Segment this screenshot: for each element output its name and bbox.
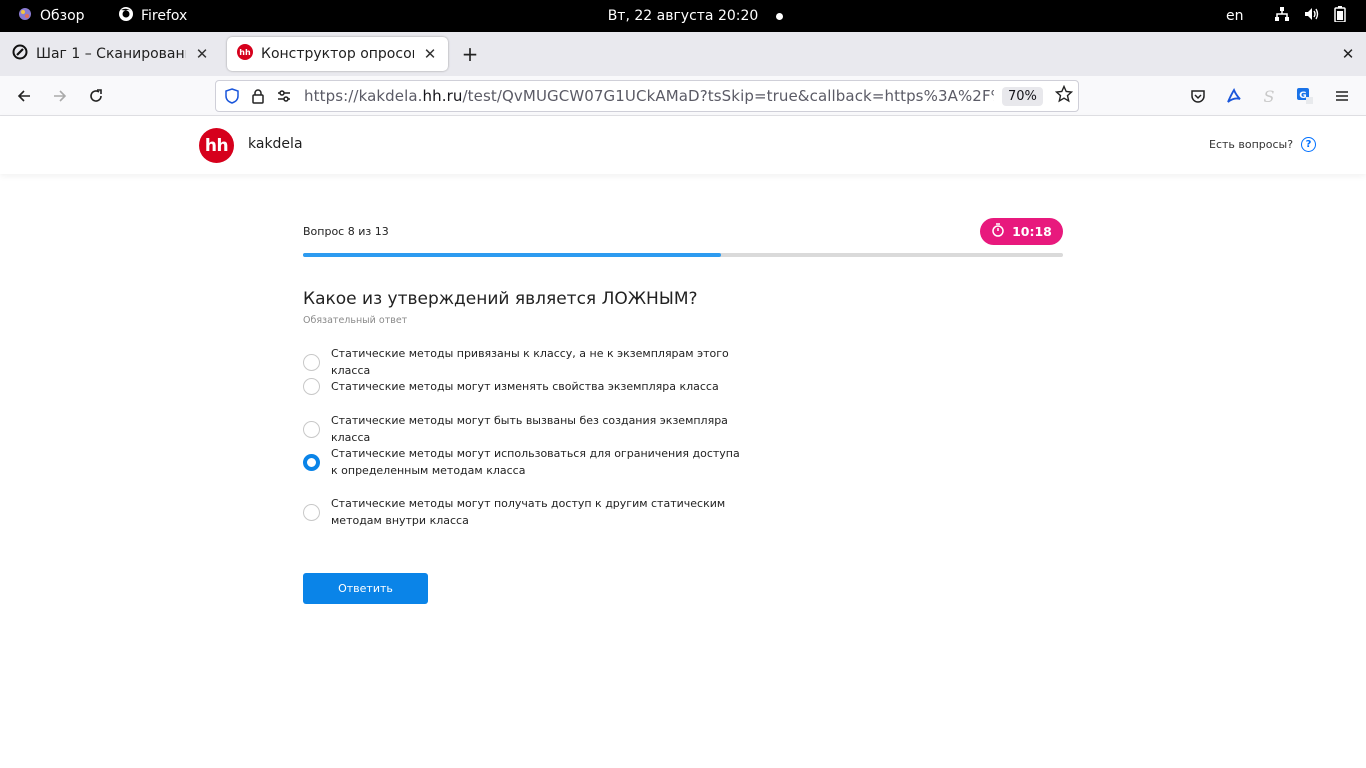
question-counter: Вопрос 8 из 13 [303, 225, 389, 238]
notification-dot-icon [776, 0, 784, 32]
url-text: https://kakdela.hh.ru/test/QvMUGCW07G1UC… [304, 87, 994, 105]
answer-option-label: Статические методы привязаны к классу, а… [331, 347, 729, 377]
answer-option-label: Статические методы могут получать доступ… [331, 497, 726, 527]
tab-survey-builder[interactable]: hh Конструктор опросов ✕ [227, 37, 448, 71]
tab-title: Конструктор опросов [261, 46, 414, 62]
clock[interactable]: Вт, 22 августа 20:20 [608, 8, 759, 24]
required-note: Обязательный ответ [303, 315, 408, 326]
svg-text:G: G [1299, 91, 1306, 101]
back-arrow-icon[interactable] [12, 84, 36, 108]
progress-bar [303, 253, 1063, 257]
navigation-toolbar: https://kakdela.hh.ru/test/QvMUGCW07G1UC… [0, 76, 1366, 116]
app-menu-label: Firefox [141, 8, 188, 24]
svg-text:hh: hh [239, 48, 251, 57]
keyboard-layout-indicator[interactable]: en [1226, 0, 1244, 32]
hh-favicon-icon: hh [237, 44, 253, 64]
svg-text:S: S [1264, 87, 1275, 105]
app-menu-button[interactable]: Firefox [118, 0, 187, 32]
help-link[interactable]: Есть вопросы? ? [1209, 137, 1317, 152]
hh-logo[interactable]: hh [199, 128, 234, 163]
lock-icon[interactable] [248, 86, 268, 106]
forward-arrow-icon[interactable] [48, 84, 72, 108]
reload-icon[interactable] [84, 84, 108, 108]
radio-button[interactable] [303, 453, 320, 471]
radio-button[interactable] [303, 503, 320, 521]
answer-option[interactable]: Статические методы могут изменять свойст… [303, 378, 743, 395]
answer-option-label: Статические методы могут быть вызваны бе… [331, 414, 728, 444]
tab-scan-step[interactable]: Шаг 1 – Сканирование по ✕ [2, 37, 220, 71]
tab-favicon-icon [12, 44, 28, 64]
extension-s-icon[interactable]: S [1257, 84, 1281, 108]
radio-button[interactable] [303, 420, 320, 438]
tab-strip: Шаг 1 – Сканирование по ✕ hh Конструктор… [0, 32, 1366, 76]
system-status-area[interactable] [1274, 0, 1346, 32]
progress-bar-fill [303, 253, 721, 257]
question-title: Какое из утверждений является ЛОЖНЫМ? [303, 289, 698, 309]
permissions-icon[interactable] [274, 86, 294, 106]
answer-option-label: Статические методы могут использоваться … [331, 447, 740, 477]
site-header: hh kakdela Есть вопросы? ? [0, 116, 1366, 174]
battery-icon [1334, 6, 1346, 26]
tab-close-icon[interactable]: ✕ [422, 45, 438, 63]
activities-button[interactable]: Обзор [18, 0, 85, 32]
hamburger-menu-icon[interactable] [1330, 84, 1354, 108]
tab-close-icon[interactable]: ✕ [194, 45, 210, 63]
answer-option[interactable]: Статические методы привязаны к классу, а… [303, 345, 743, 379]
tracking-shield-icon[interactable] [222, 86, 242, 106]
bookmark-star-icon[interactable] [1054, 84, 1074, 107]
radio-button[interactable] [303, 353, 320, 371]
answer-option[interactable]: Статические методы могут быть вызваны бе… [303, 412, 743, 446]
firefox-icon [118, 6, 134, 26]
answer-option[interactable]: Статические методы могут использоваться … [303, 445, 743, 479]
countdown-timer: 10:18 [980, 218, 1063, 245]
answer-option[interactable]: Статические методы могут получать доступ… [303, 495, 743, 529]
extension-acrobat-icon[interactable] [1222, 84, 1246, 108]
question-circle-icon: ? [1301, 137, 1317, 152]
volume-icon [1304, 6, 1320, 26]
activities-label: Обзор [40, 8, 85, 24]
new-tab-plus-icon[interactable]: + [458, 42, 482, 66]
timer-value: 10:18 [1012, 224, 1052, 239]
brand-name: kakdela [248, 136, 303, 152]
translate-extension-icon[interactable]: G [1293, 84, 1317, 108]
pocket-icon[interactable] [1186, 84, 1210, 108]
window-close-icon[interactable]: ✕ [1338, 44, 1358, 64]
network-icon [1274, 6, 1290, 26]
zoom-level-badge[interactable]: 70% [1002, 86, 1043, 106]
answer-option-label: Статические методы могут изменять свойст… [331, 380, 719, 393]
radio-button[interactable] [303, 378, 320, 395]
tab-title: Шаг 1 – Сканирование по [36, 46, 186, 62]
system-top-bar: Обзор Firefox Вт, 22 августа 20:20 en [0, 0, 1366, 32]
submit-answer-button[interactable]: Ответить [303, 573, 428, 604]
address-bar[interactable]: https://kakdela.hh.ru/test/QvMUGCW07G1UC… [215, 80, 1079, 112]
help-label: Есть вопросы? [1209, 138, 1294, 151]
gnome-icon [18, 7, 32, 25]
stopwatch-icon [991, 223, 1005, 240]
